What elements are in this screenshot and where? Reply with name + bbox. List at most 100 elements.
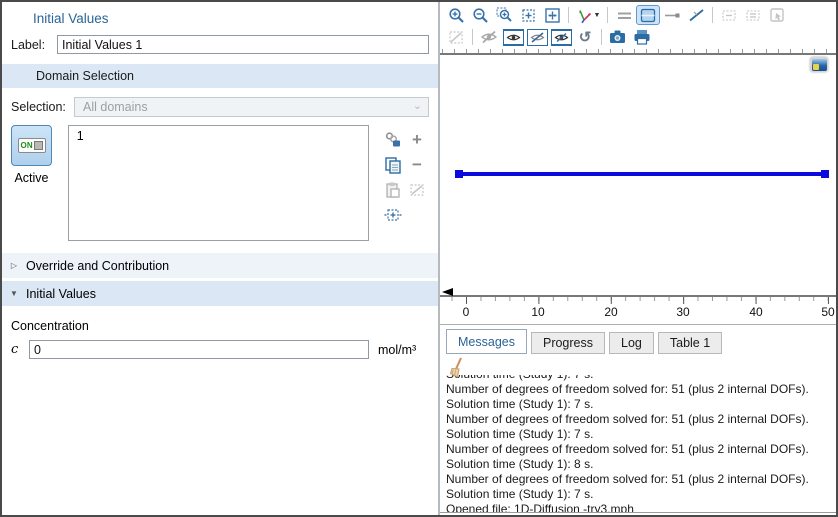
- label-input[interactable]: [57, 35, 429, 54]
- tab-bar: Messages Progress Log Table 1: [440, 325, 836, 354]
- log-line: Number of degrees of freedom solved for:…: [446, 382, 836, 397]
- section-initial-values[interactable]: ▼ Initial Values: [2, 281, 438, 306]
- zoom-to-selection-icon: [384, 206, 402, 224]
- axis-triad-icon: [576, 7, 593, 24]
- label-field-label: Label:: [11, 38, 57, 52]
- comsol-logo-icon: [810, 57, 828, 72]
- messages-log-viewport[interactable]: Solution time (Study 1): 7 s. Number of …: [440, 375, 836, 513]
- parallel-projection-button[interactable]: [612, 5, 636, 25]
- clear-selection-button[interactable]: [405, 177, 429, 202]
- zoom-out-button[interactable]: [468, 5, 492, 25]
- tab-log[interactable]: Log: [609, 332, 654, 354]
- selection-label: Selection:: [11, 100, 74, 114]
- toolbar-separator: [607, 7, 608, 23]
- boxed-eye-half-icon: [551, 29, 572, 46]
- toolbar-separator: [472, 29, 473, 45]
- label-row: Label:: [11, 35, 429, 54]
- empty-slot: [405, 202, 429, 227]
- toggle-knob-icon: [34, 141, 43, 150]
- axis-tick-label: 10: [531, 305, 544, 319]
- parallel-lines-icon: [616, 7, 633, 24]
- concentration-symbol: c: [11, 342, 29, 357]
- geometry-line[interactable]: [459, 172, 828, 176]
- zoom-in-button[interactable]: [444, 5, 468, 25]
- active-selection-row: ON Active 1 +: [11, 125, 429, 241]
- clear-messages-broom-icon[interactable]: [449, 357, 465, 379]
- tab-progress-label: Progress: [543, 336, 593, 350]
- tab-progress[interactable]: Progress: [531, 332, 605, 354]
- zoom-box-button[interactable]: [492, 5, 516, 25]
- concentration-row: c mol/m³: [11, 340, 429, 359]
- settings-panel: Initial Values Label: Domain Selection S…: [2, 2, 440, 515]
- create-selection-button[interactable]: [381, 127, 405, 152]
- comsol-window: Initial Values Label: Domain Selection S…: [0, 0, 838, 517]
- section-override-contribution[interactable]: ▷ Override and Contribution: [2, 253, 438, 278]
- go-to-default-view-button[interactable]: ▼: [573, 5, 603, 25]
- plus-icon: +: [412, 131, 422, 148]
- paste-selection-button[interactable]: [381, 177, 405, 202]
- hide-entity-button[interactable]: [477, 27, 501, 47]
- log-line: Number of degrees of freedom solved for:…: [446, 472, 836, 487]
- section-domain-selection-label: Domain Selection: [2, 69, 134, 83]
- line-segment-button[interactable]: [660, 5, 684, 25]
- domain-list[interactable]: 1: [68, 125, 369, 241]
- geometry-endpoint-right[interactable]: [821, 170, 829, 178]
- printer-icon: [633, 29, 651, 45]
- concentration-input[interactable]: [29, 340, 369, 359]
- messages-panel: Messages Progress Log Table 1: [440, 324, 836, 515]
- axis-origin-marker-icon: [442, 288, 453, 296]
- axis-tick-label: 20: [604, 305, 617, 319]
- graphics-canvas[interactable]: 0 10 20 30 40 50: [440, 47, 836, 324]
- view-hidden-button[interactable]: [525, 27, 549, 47]
- section-domain-selection[interactable]: Domain Selection: [2, 64, 438, 88]
- copy-selection-button[interactable]: [381, 152, 405, 177]
- toolbar-separator: [568, 7, 569, 23]
- log-line: Number of degrees of freedom solved for:…: [446, 412, 836, 427]
- select-entities-button-disabled[interactable]: [765, 5, 789, 25]
- axis-tick-label: 40: [749, 305, 762, 319]
- zoom-to-selection-button[interactable]: [381, 202, 405, 227]
- log-line: Solution time (Study 1): 7 s.: [446, 487, 836, 502]
- minus-icon: −: [412, 156, 422, 173]
- axis-tick-label: 50: [821, 305, 834, 319]
- reset-hiding-button[interactable]: ↺: [573, 27, 597, 47]
- add-to-selection-button[interactable]: +: [405, 127, 429, 152]
- eye-slash-icon: [480, 29, 498, 45]
- interval-view-button[interactable]: [636, 5, 660, 25]
- selection-row: Selection: All domains ⌄: [11, 97, 429, 117]
- tab-messages[interactable]: Messages: [446, 329, 527, 354]
- zoom-to-selection-view-button[interactable]: [516, 5, 540, 25]
- deselect-icon: [408, 181, 426, 199]
- select-box-button-disabled[interactable]: [717, 5, 741, 25]
- view-unhidden-button[interactable]: [501, 27, 525, 47]
- interval-icon: [640, 8, 656, 23]
- page-title: Initial Values: [2, 2, 438, 26]
- expanded-arrow-icon: ▼: [2, 289, 26, 298]
- selection-dropdown-value: All domains: [83, 100, 148, 114]
- x-axis-ruler: 0 10 20 30 40 50: [440, 295, 836, 323]
- domain-list-item[interactable]: 1: [77, 129, 360, 143]
- zoom-selection-icon: [520, 7, 537, 24]
- selection-dropdown[interactable]: All domains ⌄: [74, 97, 429, 117]
- print-button[interactable]: [630, 27, 654, 47]
- diagonal-line-icon: [688, 7, 705, 24]
- dashed-box-icon: [721, 7, 738, 24]
- active-toggle-button[interactable]: ON: [11, 125, 52, 166]
- log-line: Solution time (Study 1): 8 s.: [446, 457, 836, 472]
- deselect-box-button-disabled[interactable]: [741, 5, 765, 25]
- tab-table1[interactable]: Table 1: [658, 332, 722, 354]
- toolbar-separator: [712, 7, 713, 23]
- messages-log: Solution time (Study 1): 7 s. Number of …: [440, 375, 836, 513]
- view-all-button[interactable]: [549, 27, 573, 47]
- remove-from-selection-button[interactable]: −: [405, 152, 429, 177]
- zoom-extents-button[interactable]: [540, 5, 564, 25]
- image-snapshot-button[interactable]: [606, 27, 630, 47]
- clear-hiding-button-disabled[interactable]: [444, 27, 468, 47]
- toolbar-separator: [601, 29, 602, 45]
- tab-table1-label: Table 1: [670, 336, 710, 350]
- diagonal-line-button[interactable]: [684, 5, 708, 25]
- top-ruler: [440, 47, 836, 55]
- camera-icon: [609, 29, 627, 45]
- zoom-box-icon: [496, 7, 513, 24]
- geometry-endpoint-left[interactable]: [455, 170, 463, 178]
